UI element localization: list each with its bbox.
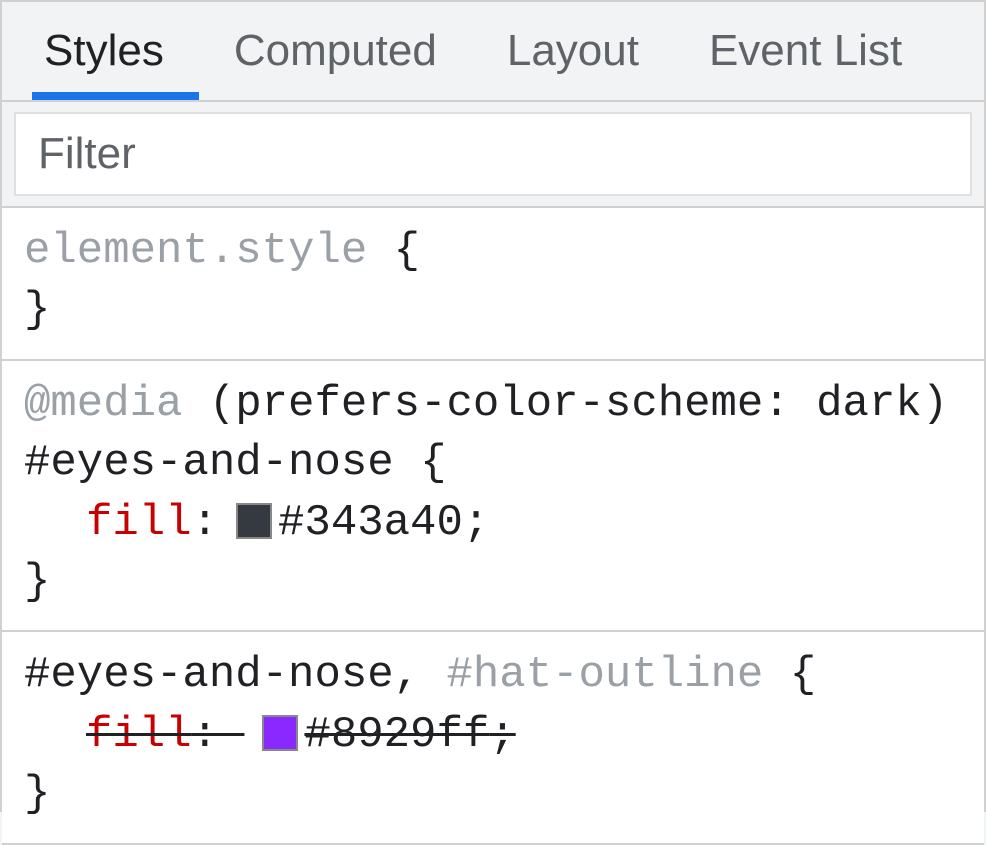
rule-selector[interactable]: element.style (24, 226, 367, 276)
at-rule-keyword[interactable]: @media (24, 379, 182, 429)
tab-styles[interactable]: Styles (32, 2, 199, 100)
colon: : (192, 710, 245, 760)
declaration-overridden[interactable]: fill: #8929ff; (24, 706, 962, 765)
filter-input[interactable] (14, 112, 972, 196)
tab-event-listeners[interactable]: Event List (674, 2, 902, 100)
rules-list: element.style { } @media (prefers-color-… (2, 208, 984, 845)
brace-open: { (394, 226, 420, 276)
rule-block[interactable]: element.style { } (2, 208, 984, 361)
at-rule-condition[interactable]: (prefers-color-scheme: dark) (209, 379, 948, 429)
tab-layout[interactable]: Layout (472, 2, 674, 100)
rule-selector[interactable]: #eyes-and-nose (24, 438, 394, 488)
rule-block[interactable]: #eyes-and-nose, #hat-outline { fill: #89… (2, 632, 984, 844)
selector-separator: , (394, 650, 447, 700)
brace-open: { (420, 438, 446, 488)
rule-block[interactable]: @media (prefers-color-scheme: dark) #eye… (2, 361, 984, 633)
declaration-property[interactable]: fill (86, 710, 192, 760)
rule-selector-part[interactable]: #hat-outline (446, 650, 763, 700)
rule-selector-part[interactable]: #eyes-and-nose (24, 650, 394, 700)
colon: : (192, 498, 218, 548)
semicolon: ; (489, 710, 515, 760)
brace-close: } (24, 557, 50, 607)
color-swatch-icon[interactable] (262, 715, 298, 751)
filter-row (2, 102, 984, 208)
styles-panel: Styles Computed Layout Event List elemen… (0, 0, 986, 812)
brace-open: { (790, 650, 816, 700)
declaration-value[interactable]: #343a40 (278, 498, 463, 548)
color-swatch-icon[interactable] (236, 503, 272, 539)
declaration-value[interactable]: #8929ff (304, 710, 489, 760)
tabs-bar: Styles Computed Layout Event List (2, 2, 984, 102)
declaration-property[interactable]: fill (86, 498, 192, 548)
brace-close: } (24, 285, 50, 335)
tab-computed[interactable]: Computed (199, 2, 472, 100)
declaration[interactable]: fill: #343a40; (24, 494, 962, 553)
semicolon: ; (463, 498, 489, 548)
